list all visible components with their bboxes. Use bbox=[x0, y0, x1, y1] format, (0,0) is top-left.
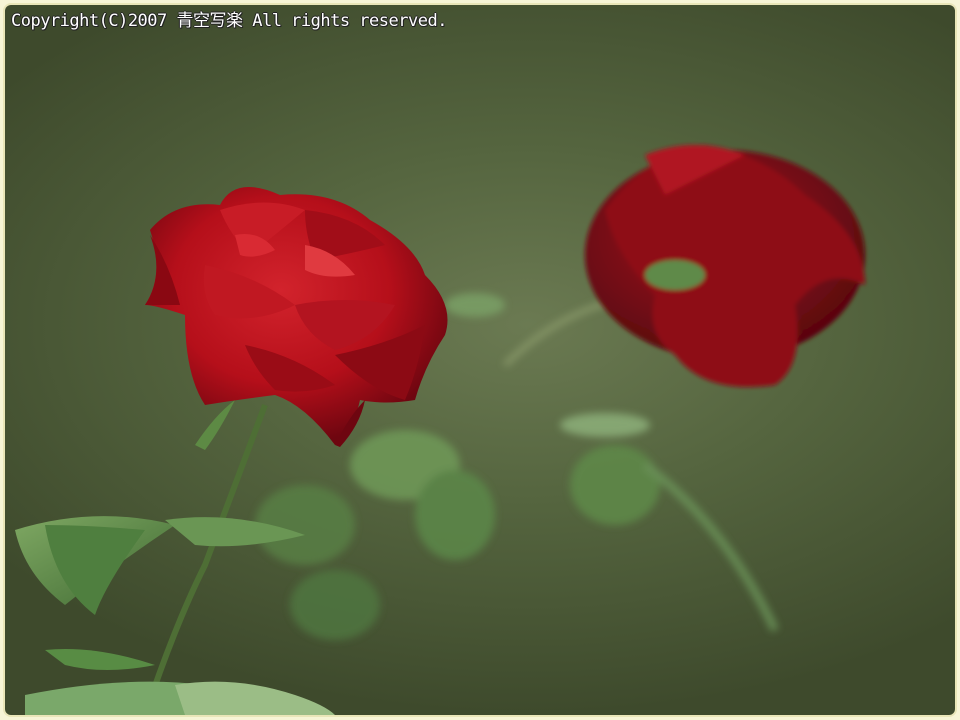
rose-stem bbox=[142, 403, 268, 715]
photo-frame: Copyright(C)2007 青空写楽 All rights reserve… bbox=[0, 0, 960, 720]
copyright-caption: Copyright(C)2007 青空写楽 All rights reserve… bbox=[11, 11, 447, 31]
front-rose bbox=[145, 187, 448, 447]
photo-illustration bbox=[15, 145, 865, 715]
back-rose bbox=[585, 145, 865, 387]
rose-photo: Copyright(C)2007 青空写楽 All rights reserve… bbox=[5, 5, 955, 715]
